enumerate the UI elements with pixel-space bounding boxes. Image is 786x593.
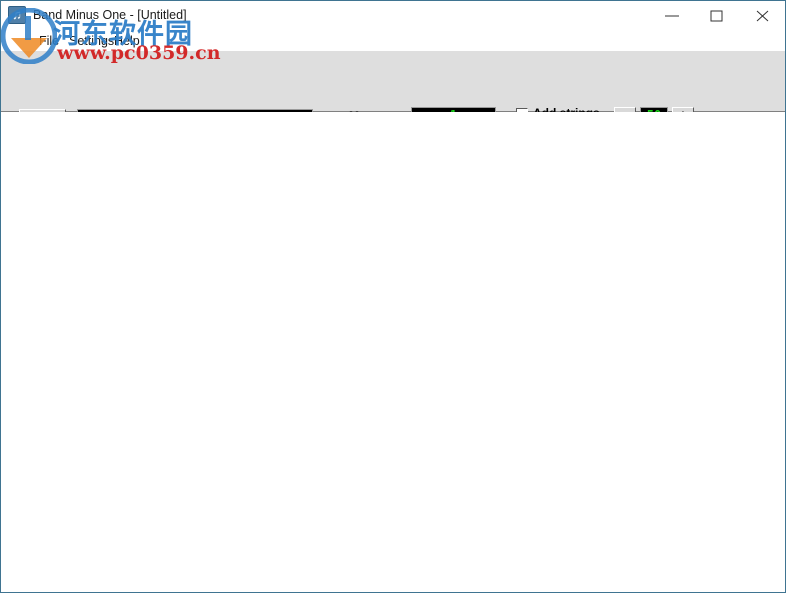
menu-item-settings[interactable]: Settings — [66, 33, 117, 49]
menu-item-file[interactable]: File — [36, 33, 62, 49]
minimize-icon — [665, 15, 679, 17]
menu-item-help[interactable]: Help — [111, 33, 143, 49]
music-note-icon: ♫ — [12, 7, 22, 22]
minimize-button[interactable] — [649, 1, 695, 30]
maximize-button[interactable] — [694, 1, 740, 30]
application-window: ♫ Band Minus One - [Untitled] File Setti… — [0, 0, 786, 593]
maximize-icon — [710, 10, 723, 22]
toolbar-panel: Style Play PopBallad.sty Record wave aud… — [1, 51, 785, 159]
window-title: Band Minus One - [Untitled] — [33, 8, 187, 22]
close-icon — [756, 10, 769, 22]
app-icon: ♫ — [8, 6, 26, 24]
song-client-area[interactable] — [1, 112, 785, 592]
menu-bar: File Settings Help — [1, 31, 785, 51]
title-bar: ♫ Band Minus One - [Untitled] — [1, 1, 785, 31]
close-button[interactable] — [740, 1, 786, 30]
